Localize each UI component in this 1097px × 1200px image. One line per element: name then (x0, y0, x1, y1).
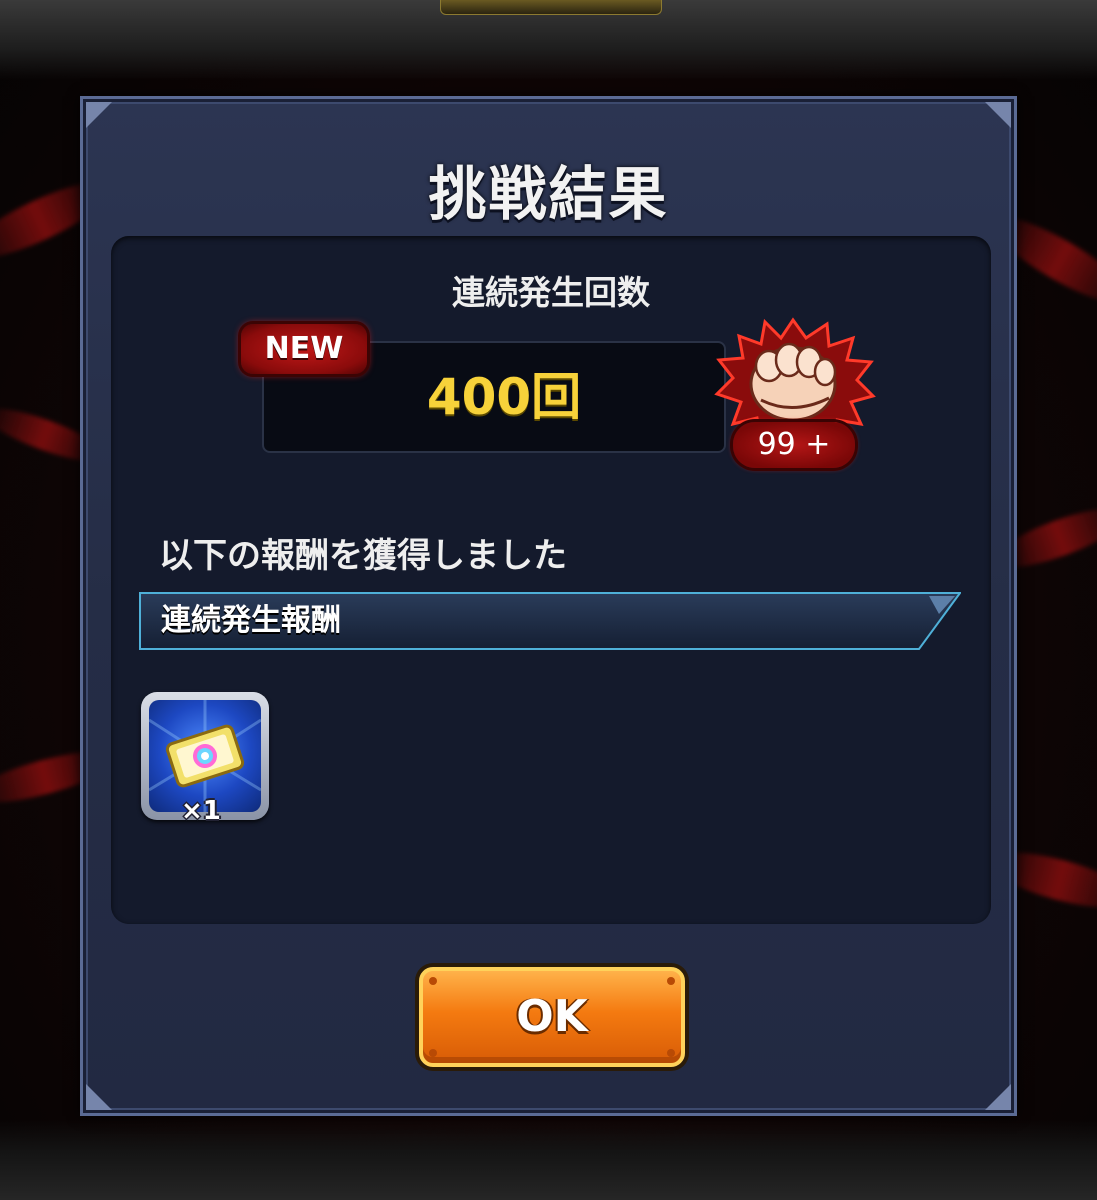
dialog-corner (985, 1084, 1011, 1110)
button-rivet (667, 1049, 675, 1057)
new-badge: NEW (241, 324, 367, 374)
button-rivet (429, 1049, 437, 1057)
dialog-corner (86, 1084, 112, 1110)
button-rivet (667, 977, 675, 985)
reward-caption: 以下の報酬を獲得しました (159, 536, 567, 576)
result-panel: 連続発生回数 400回 NEW 99 + 以下の報酬を獲得しました 連続発生報酬… (111, 236, 991, 924)
background-top-tab (440, 0, 662, 15)
background-bottom-bar (0, 1120, 1097, 1200)
fist-emblem: 99 + (711, 316, 876, 476)
dialog-title: 挑戦結果 (428, 160, 669, 228)
reward-header-label: 連続発生報酬 (161, 603, 341, 638)
consecutive-count-label: 連続発生回数 (452, 273, 650, 312)
fist-count-badge: 99 + (733, 422, 855, 468)
button-rivet (429, 977, 437, 985)
dialog-corner (985, 102, 1011, 128)
dialog-corner (86, 102, 112, 128)
reward-item[interactable]: ×1 (141, 692, 269, 826)
reward-section-header: 連続発生報酬 (139, 592, 961, 650)
reward-quantity: ×1 (181, 796, 221, 826)
ok-button[interactable]: OK (419, 967, 685, 1067)
challenge-result-dialog: 挑戦結果 連続発生回数 400回 NEW 99 + 以下の報酬を獲得しました 連… (80, 96, 1017, 1116)
